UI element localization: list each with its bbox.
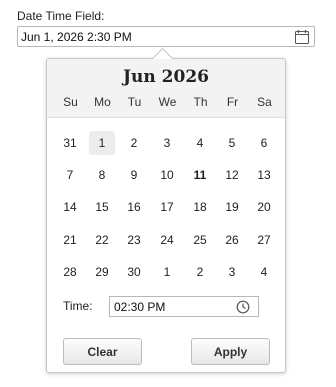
weekday-header: Tu: [127, 95, 142, 109]
day-cell[interactable]: 13: [251, 163, 277, 187]
day-cell[interactable]: 18: [187, 195, 213, 219]
day-cell[interactable]: 27: [251, 228, 277, 252]
day-cell[interactable]: 28: [57, 260, 83, 284]
day-cell[interactable]: 8: [89, 163, 115, 187]
clear-button[interactable]: Clear: [63, 338, 142, 365]
day-cell[interactable]: 23: [121, 228, 147, 252]
field-label: Date Time Field:: [17, 9, 105, 23]
day-cell[interactable]: 31: [57, 131, 83, 155]
day-cell[interactable]: 3: [219, 260, 245, 284]
day-cell[interactable]: 25: [187, 228, 213, 252]
calendar-icon[interactable]: [294, 29, 310, 45]
month-title[interactable]: Jun 2026: [47, 67, 285, 87]
day-cell[interactable]: 15: [89, 195, 115, 219]
day-cell[interactable]: 4: [251, 260, 277, 284]
day-cell[interactable]: 20: [251, 195, 277, 219]
day-cell[interactable]: 26: [219, 228, 245, 252]
day-cell[interactable]: 2: [187, 260, 213, 284]
day-cell[interactable]: 9: [121, 163, 147, 187]
day-cell[interactable]: 6: [251, 131, 277, 155]
day-cell[interactable]: 22: [89, 228, 115, 252]
day-cell[interactable]: 5: [219, 131, 245, 155]
calendar-header: Jun 2026 Su Mo Tu We Th Fr Sa: [47, 59, 285, 118]
time-field[interactable]: 02:30 PM: [109, 296, 259, 317]
day-cell[interactable]: 2: [121, 131, 147, 155]
day-cell[interactable]: 24: [154, 228, 180, 252]
day-cell[interactable]: 17: [154, 195, 180, 219]
date-time-value: Jun 1, 2026 2:30 PM: [21, 30, 132, 44]
weekday-header: Mo: [94, 95, 111, 109]
weekday-header: Fr: [226, 95, 239, 109]
day-cell[interactable]: 30: [121, 260, 147, 284]
clock-icon[interactable]: [236, 300, 250, 314]
day-cell[interactable]: 21: [57, 228, 83, 252]
date-time-field[interactable]: Jun 1, 2026 2:30 PM: [17, 26, 315, 47]
day-cell[interactable]: 14: [57, 195, 83, 219]
calendar-popup: Jun 2026 Su Mo Tu We Th Fr Sa 31 1 2 3 4…: [46, 47, 286, 373]
day-cell[interactable]: 10: [154, 163, 180, 187]
day-cell[interactable]: 7: [57, 163, 83, 187]
day-cell[interactable]: 16: [121, 195, 147, 219]
day-cell[interactable]: 1: [154, 260, 180, 284]
day-cell[interactable]: 12: [219, 163, 245, 187]
day-cell[interactable]: 3: [154, 131, 180, 155]
weekday-header: Th: [193, 95, 208, 109]
day-cell-selected[interactable]: 1: [89, 131, 115, 155]
day-cell[interactable]: 19: [219, 195, 245, 219]
weekday-header: Sa: [257, 95, 272, 109]
day-cell[interactable]: 29: [89, 260, 115, 284]
time-label: Time:: [63, 299, 93, 313]
weekday-header: Su: [63, 95, 78, 109]
weekday-header: We: [158, 95, 177, 109]
time-value: 02:30 PM: [114, 300, 166, 314]
day-cell-today[interactable]: 11: [187, 163, 213, 187]
apply-button[interactable]: Apply: [191, 338, 270, 365]
day-cell[interactable]: 4: [187, 131, 213, 155]
